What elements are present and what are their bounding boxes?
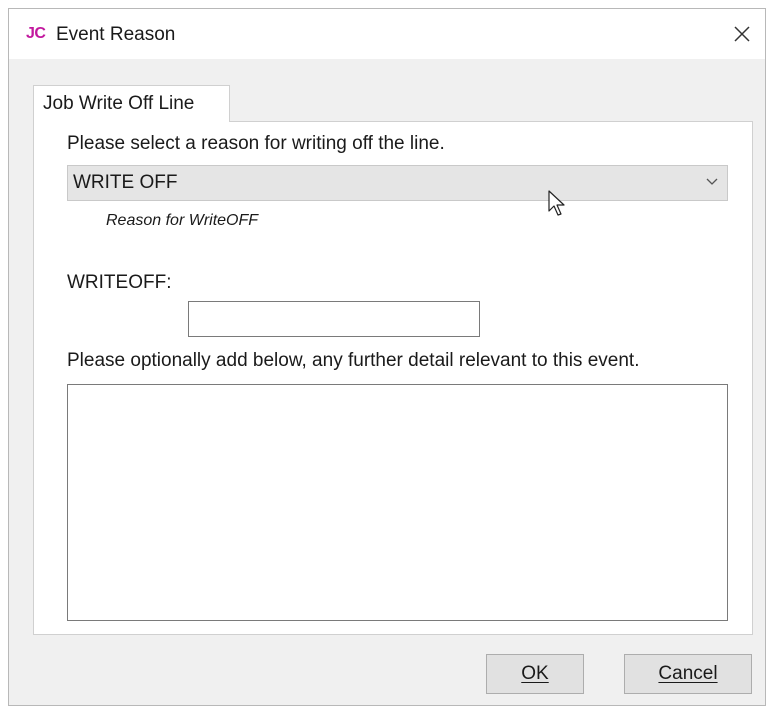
detail-prompt: Please optionally add below, any further…: [67, 350, 640, 371]
reason-prompt: Please select a reason for writing off t…: [67, 133, 445, 154]
reason-hint: Reason for WriteOFF: [106, 212, 259, 229]
event-reason-dialog: JC Event Reason Job Write Off Line Pleas…: [8, 8, 766, 706]
title-bar: JC Event Reason: [9, 9, 765, 59]
app-logo: JC: [26, 25, 46, 42]
detail-textarea[interactable]: [67, 384, 728, 621]
ok-button[interactable]: OK: [486, 654, 584, 694]
tab-label: Job Write Off Line: [43, 93, 195, 114]
tab-panel: Please select a reason for writing off t…: [33, 121, 753, 635]
writeoff-input[interactable]: [188, 301, 480, 337]
reason-selected-value: WRITE OFF: [73, 172, 178, 193]
writeoff-label: WRITEOFF:: [67, 272, 172, 293]
mouse-cursor-icon: [548, 190, 565, 216]
close-icon: [734, 26, 750, 42]
close-button[interactable]: [719, 9, 765, 59]
chevron-down-icon: [706, 178, 718, 185]
reason-dropdown[interactable]: WRITE OFF: [67, 165, 728, 201]
tab-job-write-off-line[interactable]: Job Write Off Line: [33, 85, 230, 122]
window-title: Event Reason: [56, 24, 176, 45]
cancel-button[interactable]: Cancel: [624, 654, 752, 694]
